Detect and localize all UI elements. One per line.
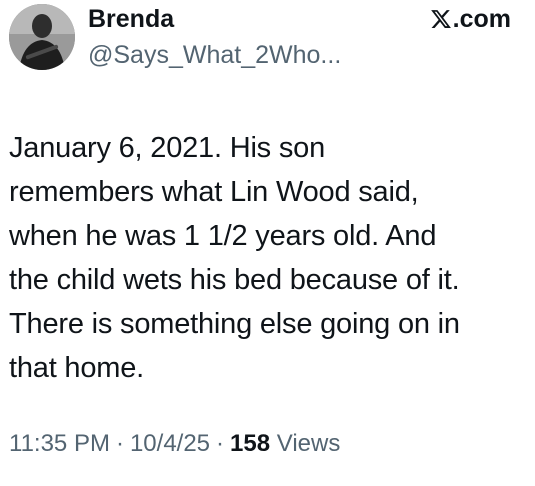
meta-separator: · [216, 430, 225, 457]
avatar[interactable] [9, 4, 75, 70]
tweet-meta: 11:35 PM · 10/4/25 · 158 Views [9, 428, 340, 460]
tweet-time[interactable]: 11:35 PM [9, 430, 110, 457]
views-label: Views [276, 430, 341, 457]
user-handle[interactable]: @Says_What_2Who... [88, 40, 341, 70]
views-count: 158 [230, 430, 271, 457]
x-logo-icon [430, 10, 451, 28]
avatar-photo [9, 4, 75, 70]
brand-domain-label: .com [452, 5, 511, 33]
brand-link[interactable]: .com [430, 5, 511, 33]
display-name[interactable]: Brenda [88, 4, 174, 34]
meta-separator: · [115, 430, 124, 457]
tweet-text: January 6, 2021. His son remembers what … [9, 132, 460, 384]
tweet-date[interactable]: 10/4/25 [130, 430, 210, 457]
